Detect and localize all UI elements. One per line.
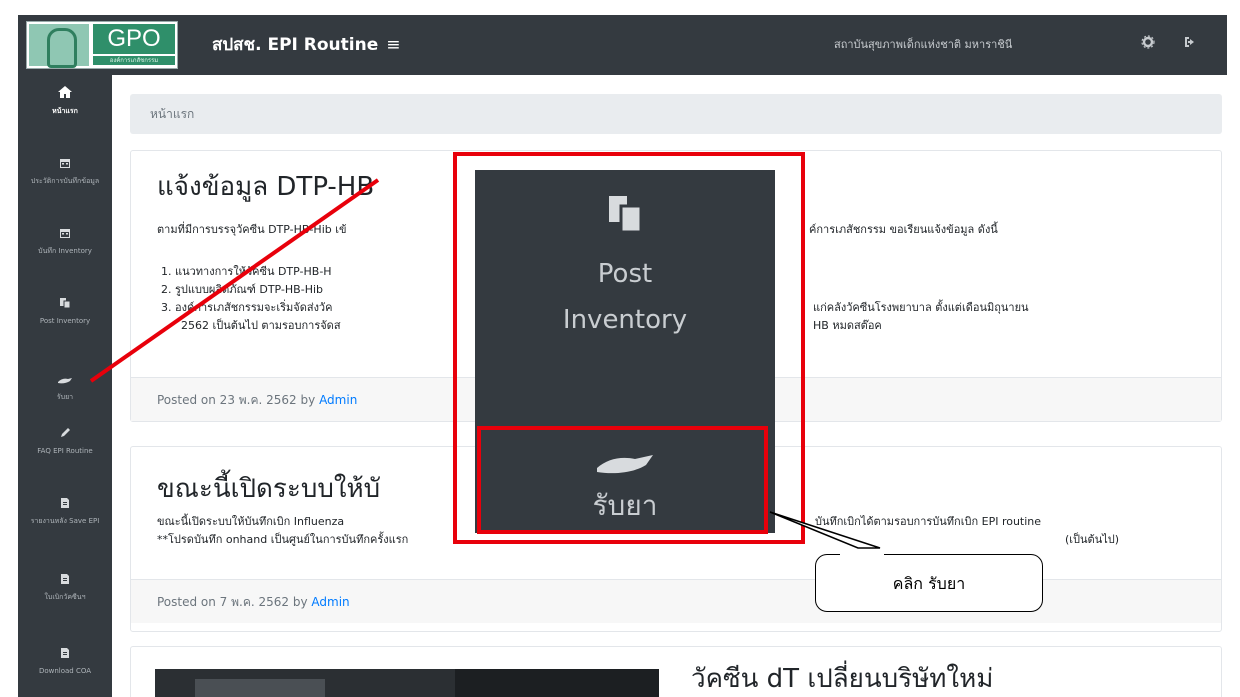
sidebar-item-label: รายงานหลัง Save EPI — [30, 517, 100, 525]
logo-text: GPO — [93, 24, 175, 54]
list-item: 1. แนวทางการให้วัคซีน DTP-HB-H — [161, 265, 332, 278]
list-item: 2. รูปแบบผลิตภัณฑ์ DTP-HB-Hib — [161, 283, 323, 296]
list-item-continued: HB หมดสต๊อค — [813, 319, 882, 332]
gpo-emblem-icon — [29, 24, 89, 68]
sidebar-item-label: FAQ EPI Routine — [37, 447, 93, 455]
sidebar-item-label: รับยา — [56, 393, 74, 401]
instruction-callout: คลิก รับยา — [815, 554, 1043, 612]
app-brand[interactable]: สปสช. EPI Routine ≡ — [212, 33, 400, 57]
post-image — [155, 669, 659, 697]
brand-title: สปสช. EPI Routine — [212, 35, 379, 55]
calendar-icon — [18, 227, 112, 243]
gear-icon[interactable] — [1138, 35, 1158, 55]
calendar-icon — [18, 157, 112, 173]
post-body-continued: บันทึกเบิกได้ตามรอบการบันทึกเบิก EPI rou… — [815, 515, 1042, 528]
sidebar-item-history[interactable]: ประวัติการบันทึกข้อมูล — [18, 157, 112, 186]
top-navbar: GPO องค์การเภสัชกรรม สปสช. EPI Routine ≡ … — [18, 15, 1227, 75]
sidebar-item-label: หน้าแรก — [52, 107, 78, 115]
sidebar-item-inventory[interactable]: บันทึก Inventory — [18, 227, 112, 256]
sidebar-item-receive-drug[interactable]: รับยา — [18, 373, 112, 402]
post-body: ตามที่มีการบรรจุวัคซีน DTP-HB-Hib เข้ — [157, 223, 347, 236]
file-icon — [18, 573, 112, 589]
post-title[interactable]: แจ้งข้อมูล DTP-HB — [157, 169, 374, 205]
edit-icon — [18, 427, 112, 443]
sidebar-item-requisition[interactable]: ใบเบิกวัคซีนฯ — [18, 573, 112, 602]
sidebar-item-download-coa[interactable]: Download COA — [18, 647, 112, 676]
organization-name: สถาบันสุขภาพเด็กแห่งชาติ มหาราชินี — [834, 38, 1013, 51]
post-list: 1. แนวทางการให้วัคซีน DTP-HB-H 2. รูปแบบ… — [161, 263, 332, 317]
post-body-continued: ค์การเภสัชกรรม ขอเรียนแจ้งข้อมูล ดังนี้ — [809, 223, 998, 236]
file-icon — [18, 497, 112, 513]
post-title[interactable]: ขณะนี้เปิดระบบให้บั — [157, 471, 380, 507]
list-item-continued: แก่คลังวัคซีนโรงพยาบาล ตั้งแต่เดือนมิถุน… — [813, 301, 1029, 314]
post-card: วัคซีน dT เปลี่ยนบริษัทใหม่ — [130, 646, 1222, 697]
post-body: **โปรดบันทึก onhand เป็นศูนย์ในการบันทึก… — [157, 533, 409, 546]
sidebar-item-label: บันทึก Inventory — [38, 247, 92, 255]
receive-drug-highlight — [477, 426, 768, 534]
file-icon — [18, 647, 112, 663]
sidebar-item-label: ใบเบิกวัคซีนฯ — [44, 593, 86, 601]
post-body-continued: (เป็นต้นไป) — [1065, 533, 1120, 546]
copy-icon — [18, 297, 112, 313]
gpo-logo[interactable]: GPO องค์การเภสัชกรรม — [26, 21, 178, 69]
sidebar-item-label: Post Inventory — [39, 317, 91, 325]
post-meta: Posted on 7 พ.ค. 2562 by — [157, 595, 308, 609]
list-item-continued: 2562 เป็นต้นไป ตามรอบการจัดส — [181, 319, 341, 332]
sidebar-item-post-inventory[interactable]: Post Inventory — [18, 297, 112, 326]
sidebar-item-label: ประวัติการบันทึกข้อมูล — [30, 177, 100, 185]
sidebar: หน้าแรก ประวัติการบันทึกข้อมูล บันทึก In… — [18, 75, 112, 697]
breadcrumb: หน้าแรก — [130, 94, 1222, 134]
post-footer: Posted on 7 พ.ค. 2562 by Admin — [131, 579, 1221, 623]
home-icon — [18, 85, 112, 103]
menu-toggle-icon[interactable]: ≡ — [386, 35, 400, 55]
hand-icon — [18, 373, 112, 389]
post-title[interactable]: วัคซีน dT เปลี่ยนบริษัทใหม่ — [691, 661, 993, 697]
author-link[interactable]: Admin — [311, 595, 349, 609]
post-body: ขณะนี้เปิดระบบให้บันทึกเบิก Influenza — [157, 515, 345, 528]
author-link[interactable]: Admin — [319, 393, 357, 407]
sign-out-icon[interactable] — [1180, 35, 1200, 55]
list-item: 3. องค์การเภสัชกรรมจะเริ่มจัดส่งวัค — [161, 301, 333, 314]
sidebar-item-report[interactable]: รายงานหลัง Save EPI — [18, 497, 112, 526]
sidebar-item-faq[interactable]: FAQ EPI Routine — [18, 427, 112, 456]
sidebar-item-home[interactable]: หน้าแรก — [18, 85, 112, 116]
sidebar-item-label: Download COA — [38, 667, 92, 675]
post-meta: Posted on 23 พ.ค. 2562 by — [157, 393, 316, 407]
logo-subtext: องค์การเภสัชกรรม — [93, 56, 175, 65]
